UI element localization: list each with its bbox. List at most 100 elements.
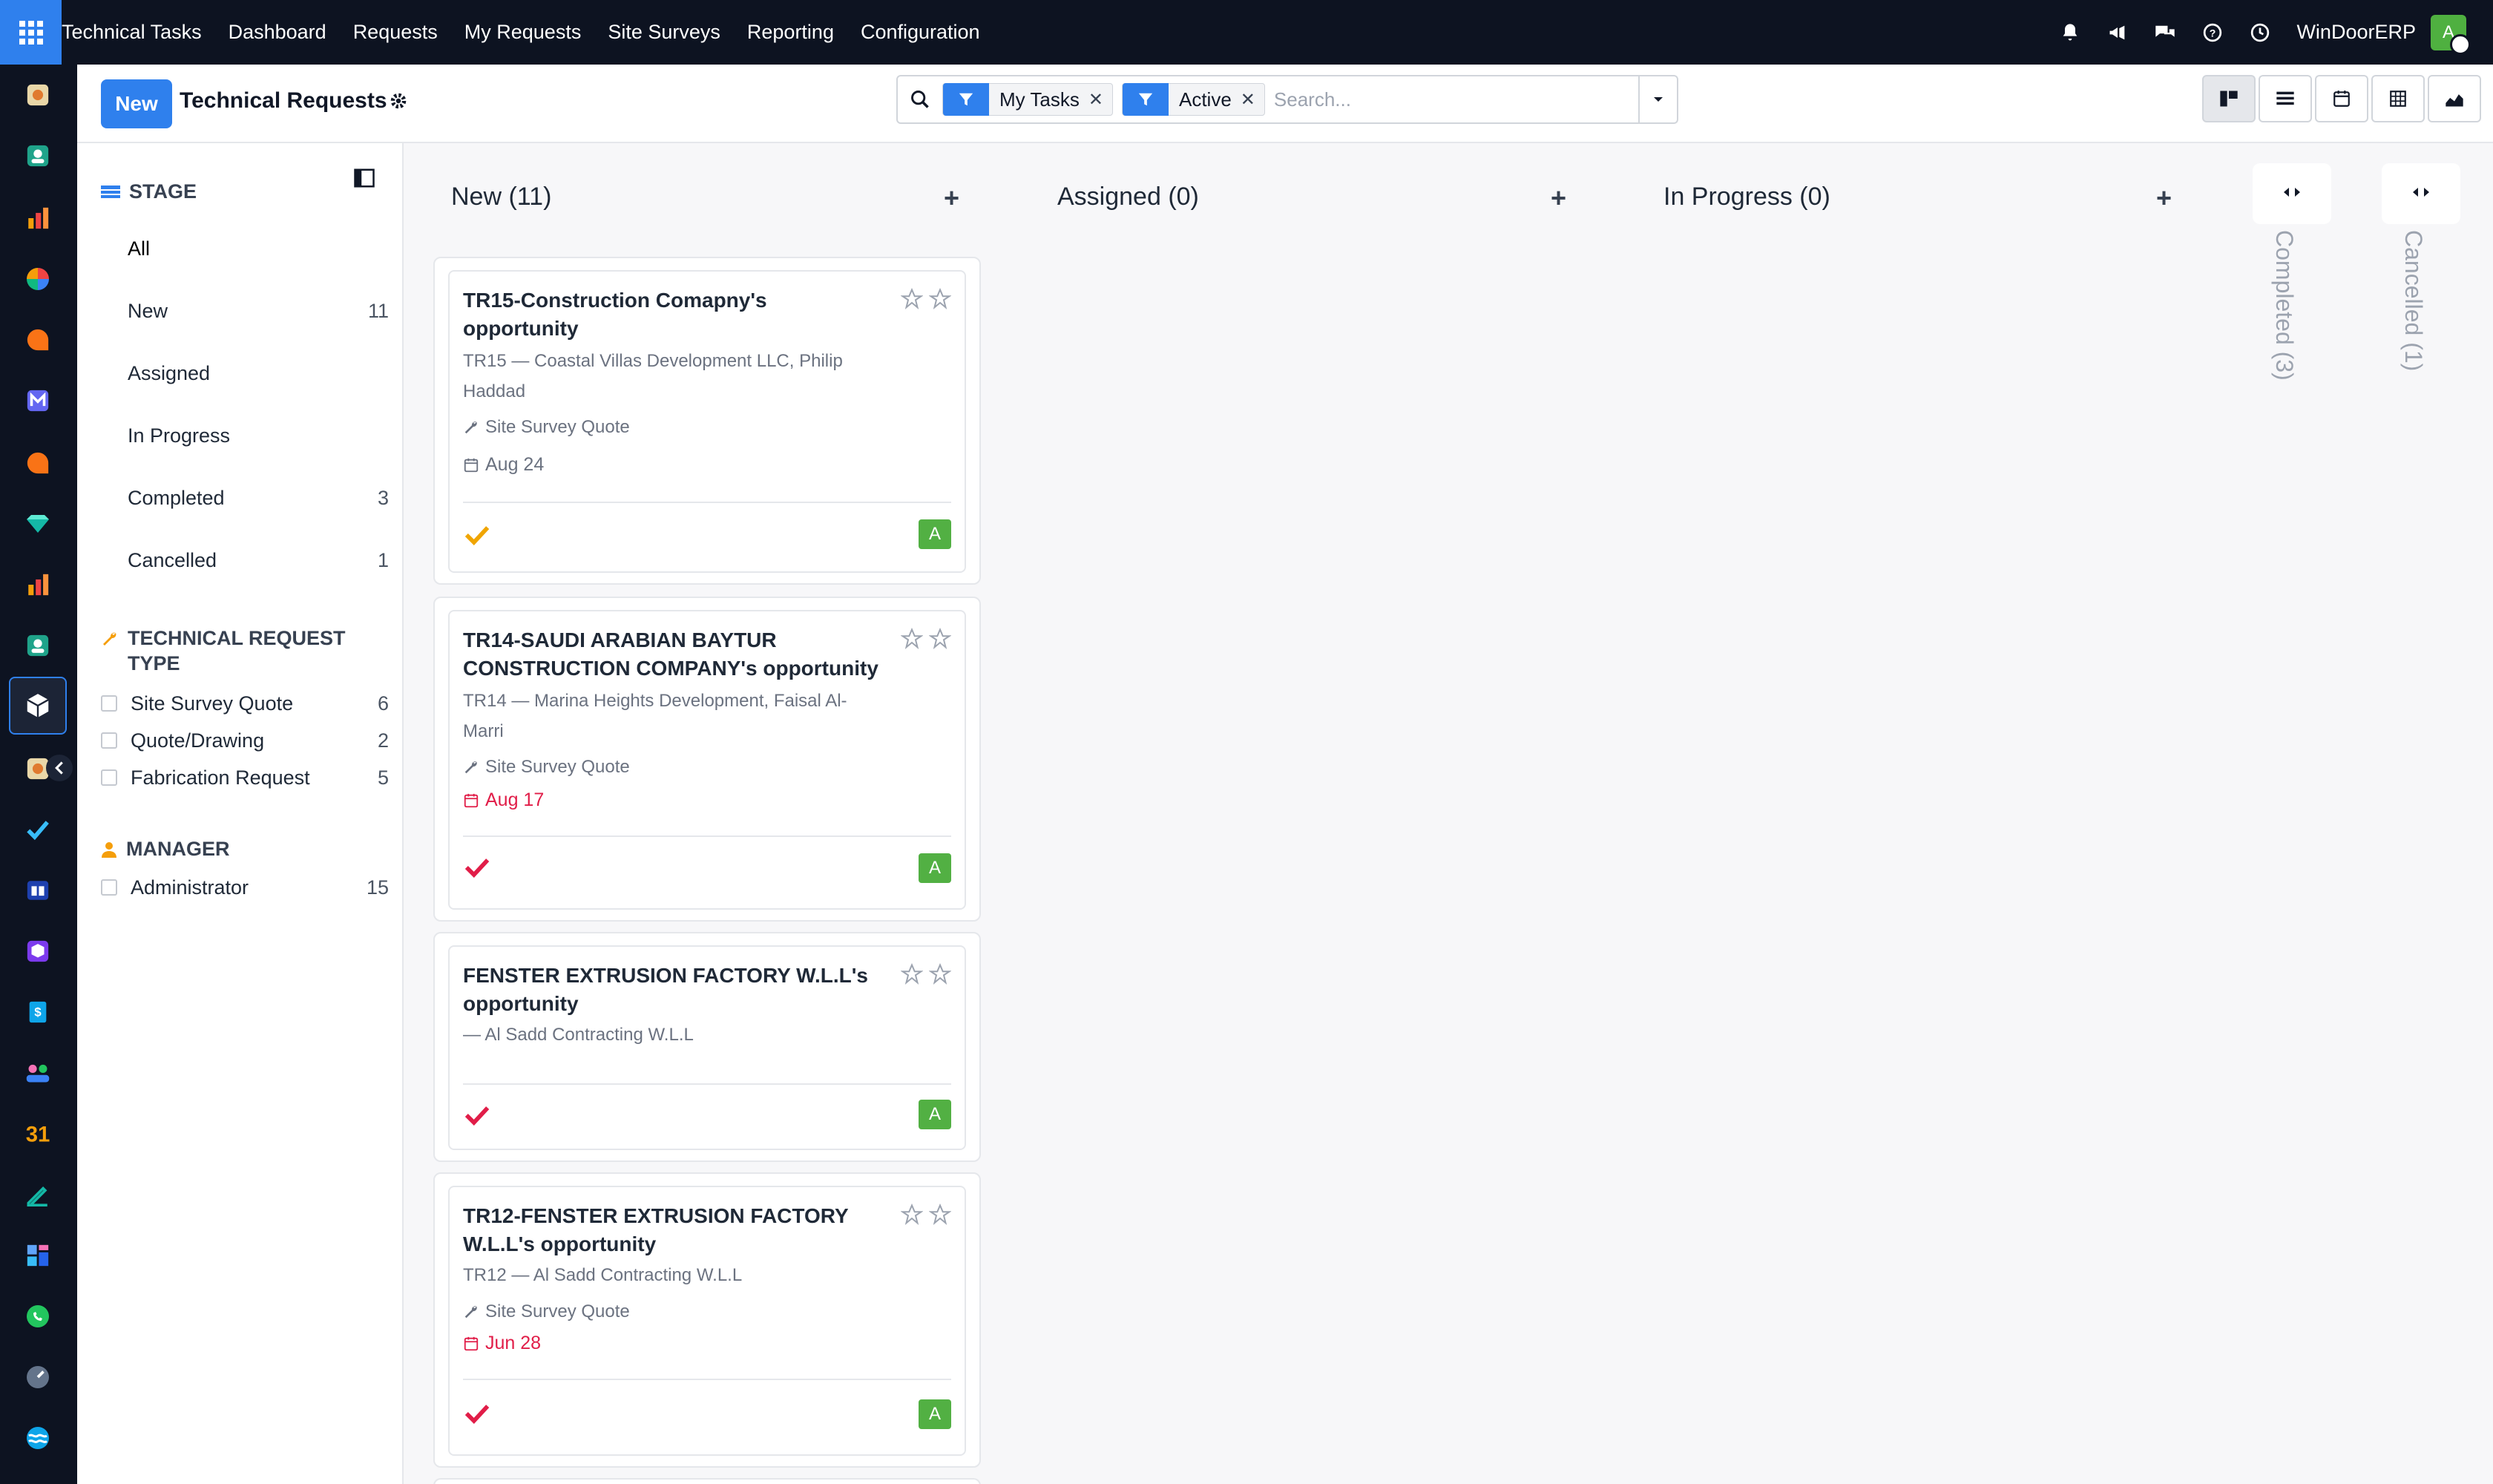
kanban-view-button[interactable] [2202,75,2256,122]
star-icon[interactable] [927,962,953,987]
kanban-card[interactable]: FENSTER EXTRUSION FACTORY W.L.L's opport… [448,945,966,1150]
user-avatar[interactable]: A [2431,14,2471,55]
menu-reporting[interactable]: Reporting [747,21,834,44]
stage-filter-in-progress[interactable]: In Progress [125,409,389,462]
app-name[interactable]: Technical Tasks [62,21,202,44]
rail-book-icon[interactable] [22,875,53,906]
menu-requests[interactable]: Requests [353,21,438,44]
rail-sign-icon[interactable] [22,1179,53,1210]
company-switcher[interactable]: WinDoorERP [2296,21,2416,44]
checkbox[interactable] [101,695,117,712]
manager-filter-administrator[interactable]: Administrator 15 [101,869,389,906]
check-icon[interactable] [464,1104,490,1130]
rail-bars-icon[interactable] [22,203,53,234]
rail-diamond-icon[interactable] [22,508,53,539]
column-add-button[interactable]: + [1551,183,1566,214]
close-icon[interactable]: ✕ [1241,89,1264,111]
graph-view-button[interactable] [2428,75,2481,122]
priority-stars[interactable] [896,962,953,987]
rail-app-icon[interactable] [22,79,53,111]
kanban-card[interactable]: TR15-Construction Comapny's opportunity … [448,270,966,573]
new-button[interactable]: New [101,79,172,128]
check-icon[interactable] [464,524,490,550]
kanban-card[interactable]: TR12-FENSTER EXTRUSION FACTORY W.L.L's o… [448,1186,966,1456]
kanban-card[interactable]: TR14-SAUDI ARABIAN BAYTUR CONSTRUCTION C… [448,610,966,910]
help-icon[interactable]: ? [2201,22,2224,44]
gear-icon[interactable] [389,91,408,114]
rail-people-icon[interactable] [22,1057,53,1089]
stage-filter-all[interactable]: All [125,222,389,275]
rail-calendar-icon[interactable]: 31 [22,1118,53,1149]
menu-site-surveys[interactable]: Site Surveys [608,21,720,44]
close-icon[interactable]: ✕ [1088,89,1112,111]
search-icon[interactable] [898,76,942,122]
rail-bubble-icon[interactable] [22,447,53,479]
chat-icon[interactable] [2154,22,2176,44]
menu-dashboard[interactable]: Dashboard [229,21,326,44]
megaphone-icon[interactable] [2106,22,2129,44]
user-icon [101,839,117,864]
assignee-avatar[interactable]: A [919,1399,951,1429]
rail-mail-icon[interactable] [22,385,53,416]
stage-filter-cancelled[interactable]: Cancelled 1 [125,533,389,587]
rail-timer-icon[interactable] [22,1362,53,1393]
stage-filter-assigned[interactable]: Assigned [125,347,389,400]
apps-menu-button[interactable] [0,0,62,65]
rail-dashboard-icon[interactable] [22,1240,53,1271]
panel-toggle-icon[interactable] [353,167,375,193]
search-options-toggle[interactable] [1638,76,1677,122]
rail-waves-icon[interactable] [22,1422,53,1454]
rail-invoice-icon[interactable]: $ [22,997,53,1028]
folded-column-title[interactable]: Cancelled (1) [2400,230,2427,371]
column-title-new[interactable]: New (11) [451,183,551,211]
column-title-in-progress[interactable]: In Progress (0) [1663,183,1830,211]
star-icon[interactable] [927,286,953,312]
column-add-button[interactable]: + [944,183,959,214]
rail-contacts-icon[interactable] [22,140,53,171]
star-icon[interactable] [899,286,924,312]
assignee-avatar[interactable]: A [919,519,951,549]
rail-cube-icon[interactable] [22,936,53,967]
stage-filter-completed[interactable]: Completed 3 [125,471,389,525]
search-input[interactable] [1273,81,1586,118]
type-filter-quote-drawing[interactable]: Quote/Drawing 2 [101,722,389,759]
stage-filter-new[interactable]: New 11 [125,284,389,338]
column-title-assigned[interactable]: Assigned (0) [1057,183,1199,211]
folded-column-cancelled[interactable] [2382,163,2460,224]
star-icon[interactable] [899,962,924,987]
star-icon[interactable] [927,626,953,651]
rail-bars-icon[interactable] [22,569,53,600]
priority-stars[interactable] [896,1202,953,1227]
rail-contacts-icon[interactable] [22,630,53,661]
rail-whatsapp-icon[interactable] [22,1301,53,1332]
priority-stars[interactable] [896,286,953,312]
type-filter-site-survey-quote[interactable]: Site Survey Quote 6 [101,685,389,722]
check-icon[interactable] [464,1402,490,1428]
rail-check-icon[interactable] [22,814,53,845]
checkbox[interactable] [101,769,117,786]
rail-collapse-button[interactable] [46,755,73,781]
star-icon[interactable] [899,626,924,651]
clock-icon[interactable] [2249,22,2271,44]
assignee-avatar[interactable]: A [919,1100,951,1129]
column-add-button[interactable]: + [2156,183,2172,214]
checkbox[interactable] [101,732,117,749]
menu-my-requests[interactable]: My Requests [464,21,582,44]
star-icon[interactable] [899,1202,924,1227]
list-view-button[interactable] [2259,75,2312,122]
folded-column-completed[interactable] [2253,163,2331,224]
rail-technical-tasks-icon[interactable] [9,677,67,735]
rail-pie-icon[interactable] [22,263,53,295]
calendar-view-button[interactable] [2315,75,2368,122]
star-icon[interactable] [927,1202,953,1227]
priority-stars[interactable] [896,626,953,651]
pivot-view-button[interactable] [2371,75,2425,122]
bell-icon[interactable] [2059,22,2081,44]
folded-column-title[interactable]: Completed (3) [2270,230,2298,381]
rail-bubble-icon[interactable] [22,324,53,355]
assignee-avatar[interactable]: A [919,853,951,883]
type-filter-fabrication-request[interactable]: Fabrication Request 5 [101,759,389,796]
checkbox[interactable] [101,879,117,896]
check-icon[interactable] [464,856,490,882]
menu-configuration[interactable]: Configuration [861,21,980,44]
